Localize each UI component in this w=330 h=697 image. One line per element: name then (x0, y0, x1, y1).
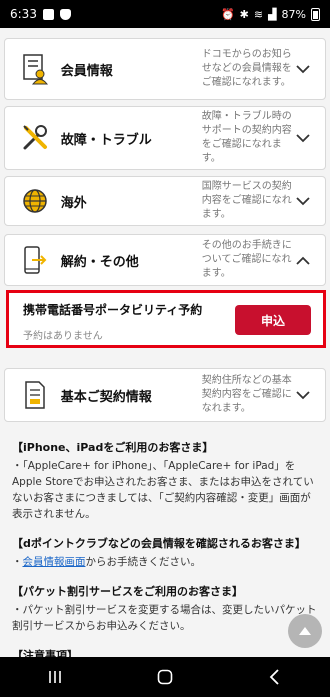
wifi-icon: ≋ (253, 7, 264, 21)
card-desc: その他のお手続きについてご確認になれます。 (201, 240, 292, 279)
bluetooth-icon: ✱ (239, 7, 249, 21)
chevron-down-icon[interactable] (293, 385, 313, 405)
arrow-up-icon (299, 627, 311, 635)
person-document-icon (15, 49, 55, 89)
note-heading: 【iPhone、iPadをご利用のお客さま】 (12, 441, 214, 454)
recent-apps-icon (49, 671, 61, 683)
card-desc: ドコモからのお知らせなどの会員情報をご確認になれます。 (201, 49, 292, 88)
tools-icon (15, 118, 55, 158)
alarm-icon: ⏰ (220, 7, 235, 21)
back-icon (269, 669, 279, 685)
note-heading: 【パケット割引サービスをご利用のお客さま】 (12, 585, 243, 598)
apply-button[interactable]: 申込 (235, 305, 311, 335)
signal-icon: ▟ (268, 7, 277, 21)
portability-reservation-panel: 携帯電話番号ポータビリティ予約 予約はありません 申込 (6, 290, 326, 348)
note-body: ・「AppleCare+ for iPhone」、「AppleCare+ for… (12, 460, 314, 520)
note-heading: 【注意事項】 (12, 649, 78, 657)
card-desc: 故障・トラブル時のサポートの契約内容をご確認になれます。 (201, 111, 292, 164)
recent-apps-button[interactable] (35, 662, 75, 692)
note-body: ・会員情報画面からお手続きください。 (12, 556, 201, 568)
home-button[interactable] (145, 662, 185, 692)
phone-arrow-icon (15, 240, 55, 280)
battery-percent: 87% (281, 7, 306, 21)
page-content: 会員情報 ドコモからのお知らせなどの会員情報をご確認になれます。 故障・トラブル… (0, 28, 330, 657)
status-time: 6:33 (10, 7, 37, 21)
card-trouble[interactable]: 故障・トラブル 故障・トラブル時のサポートの契約内容をご確認になれます。 (4, 106, 326, 170)
chevron-down-icon[interactable] (293, 128, 313, 148)
member-info-link[interactable]: 会員情報画面 (23, 556, 86, 568)
note-body: ・パケット割引サービスを変更する場合は、変更したいパケット割引サービスからお申込… (12, 604, 317, 632)
card-desc: 契約住所などの基本契約内容をご確認になれます。 (201, 375, 292, 414)
card-title: 会員情報 (60, 63, 113, 79)
portability-title: 携帯電話番号ポータビリティ予約 (23, 303, 203, 317)
card-member-info[interactable]: 会員情報 ドコモからのお知らせなどの会員情報をご確認になれます。 (4, 38, 326, 100)
card-basic-contract[interactable]: 基本ご契約情報 契約住所などの基本契約内容をご確認になれます。 (4, 368, 326, 422)
chevron-down-icon[interactable] (293, 59, 313, 79)
gallery-icon (42, 8, 54, 20)
card-desc: 国際サービスの契約内容をご確認になれます。 (201, 181, 292, 220)
card-title: 解約・その他 (60, 254, 139, 270)
shield-icon (59, 8, 71, 20)
battery-icon (311, 7, 320, 21)
chevron-down-icon[interactable] (293, 191, 313, 211)
globe-icon (15, 181, 55, 221)
card-title: 基本ご契約情報 (60, 389, 152, 405)
android-nav-bar (0, 657, 330, 697)
notes-section: 【iPhone、iPadをご利用のお客さま】 ・「AppleCare+ for … (12, 440, 318, 657)
document-icon (15, 375, 55, 415)
scroll-to-top-button[interactable] (288, 614, 322, 648)
card-overseas[interactable]: 海外 国際サービスの契約内容をご確認になれます。 (4, 176, 326, 226)
back-button[interactable] (255, 662, 295, 692)
card-title: 故障・トラブル (60, 132, 152, 148)
chevron-up-icon[interactable] (293, 250, 313, 270)
note-heading: 【dポイントクラブなどの会員情報を確認されるお客さま】 (12, 537, 306, 550)
home-icon (157, 669, 173, 685)
card-cancellation[interactable]: 解約・その他 その他のお手続きについてご確認になれます。 (4, 234, 326, 286)
status-bar: 6:33 ⏰ ✱ ≋ ▟ 87% (0, 0, 330, 28)
portability-status: 予約はありません (23, 331, 103, 342)
card-title: 海外 (60, 195, 87, 211)
